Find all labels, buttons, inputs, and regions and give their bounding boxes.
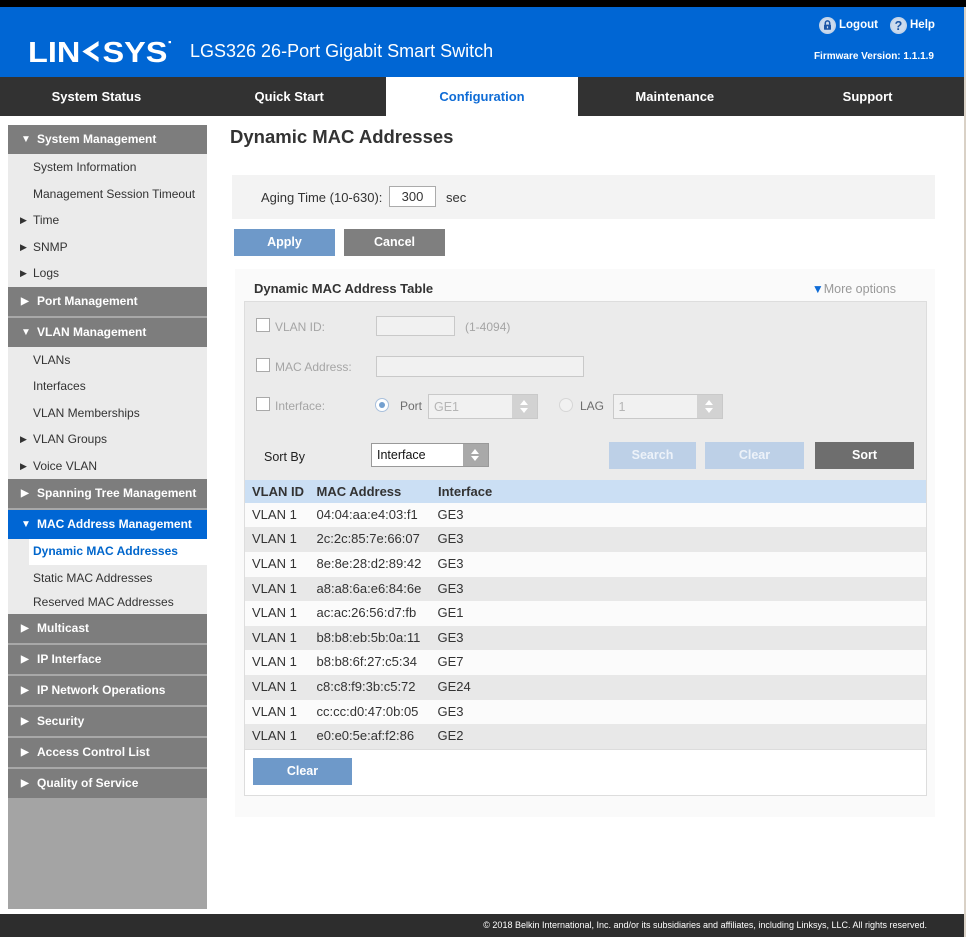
svg-text:?: ? — [895, 19, 903, 33]
svg-text:SYS: SYS — [102, 41, 167, 64]
svg-text:LIN: LIN — [28, 41, 80, 64]
